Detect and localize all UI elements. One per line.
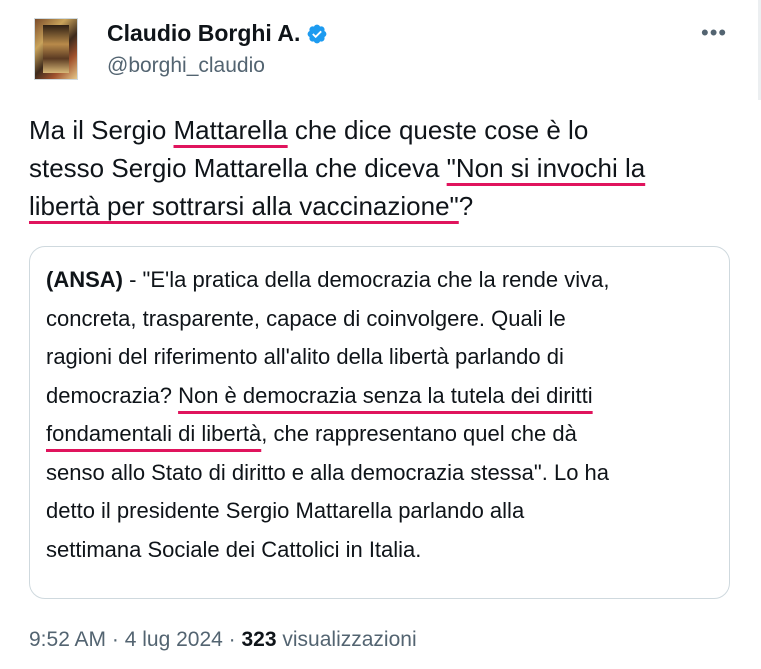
tweet-line-3: libertà per sottrarsi alla vaccinazione"… xyxy=(29,187,741,225)
quote-text-segment: , che rappresentano quel che dà xyxy=(261,421,577,446)
meta-separator: · xyxy=(222,628,242,651)
avatar[interactable] xyxy=(34,18,78,80)
quote-line-7: detto il presidente Sergio Mattarella pa… xyxy=(46,498,525,523)
quote-text-segment: - "E'la pratica della democrazia che la … xyxy=(123,267,610,292)
author-display-name[interactable]: Claudio Borghi A. xyxy=(107,20,300,47)
quote-line-2: concreta, trasparente, capace di coinvol… xyxy=(46,305,566,331)
highlighted-text: fondamentali di libertà xyxy=(46,421,262,446)
quote-line-3: ragioni del riferimento all'alito della … xyxy=(46,344,564,369)
quote-line-1: (ANSA) - "E'la pratica della democrazia … xyxy=(46,261,718,300)
quote-source: (ANSA) xyxy=(46,267,123,292)
highlighted-text: Mattarella xyxy=(173,115,288,145)
views-count[interactable]: 323 xyxy=(242,628,277,651)
quote-line-8: settimana Sociale dei Cattolici in Itali… xyxy=(46,536,422,562)
tweet-line-2: stesso Sergio Mattarella che diceva "Non… xyxy=(29,149,741,187)
tweet-date[interactable]: 4 lug 2024 xyxy=(125,628,223,651)
tweet-text-segment: che dice queste cose è lo xyxy=(287,115,589,145)
quote-line-5: fondamentali di libertà, che rappresenta… xyxy=(46,415,718,454)
meta-separator: · xyxy=(106,628,125,651)
quote-line-6: senso allo Stato di diritto e alla democ… xyxy=(46,459,610,485)
author-handle[interactable]: @borghi_claudio xyxy=(107,54,265,78)
highlighted-text: "Non si invochi la xyxy=(446,153,646,183)
tweet-time[interactable]: 9:52 AM xyxy=(29,628,106,651)
highlighted-text: Non è democrazia senza la tutela dei dir… xyxy=(178,382,593,408)
quote-text-segment: democrazia? xyxy=(46,382,179,408)
quote-text: (ANSA) - "E'la pratica della democrazia … xyxy=(46,261,718,569)
tweet-text-segment: Ma il Sergio xyxy=(29,115,174,145)
tweet-card: Claudio Borghi A. @borghi_claudio ••• Ma… xyxy=(0,0,761,669)
tweet-text-segment: ? xyxy=(458,191,474,221)
tweet-meta: 9:52 AM · 4 lug 2024 · 323 visualizzazio… xyxy=(29,628,417,652)
verified-badge-icon[interactable] xyxy=(306,23,328,45)
avatar-image xyxy=(43,25,69,73)
more-options-icon[interactable]: ••• xyxy=(701,20,727,46)
author-name-row: Claudio Borghi A. xyxy=(107,20,328,47)
tweet-text-segment: stesso Sergio Mattarella che diceva xyxy=(29,153,447,183)
quote-card[interactable]: (ANSA) - "E'la pratica della democrazia … xyxy=(29,246,730,599)
views-label: visualizzazioni xyxy=(276,628,417,651)
highlighted-text: libertà per sottrarsi alla vaccinazione" xyxy=(29,191,459,221)
tweet-text: Ma il Sergio Mattarella che dice queste … xyxy=(29,111,741,225)
tweet-line-1: Ma il Sergio Mattarella che dice queste … xyxy=(29,111,741,149)
quote-line-4: democrazia? Non è democrazia senza la tu… xyxy=(46,377,718,416)
